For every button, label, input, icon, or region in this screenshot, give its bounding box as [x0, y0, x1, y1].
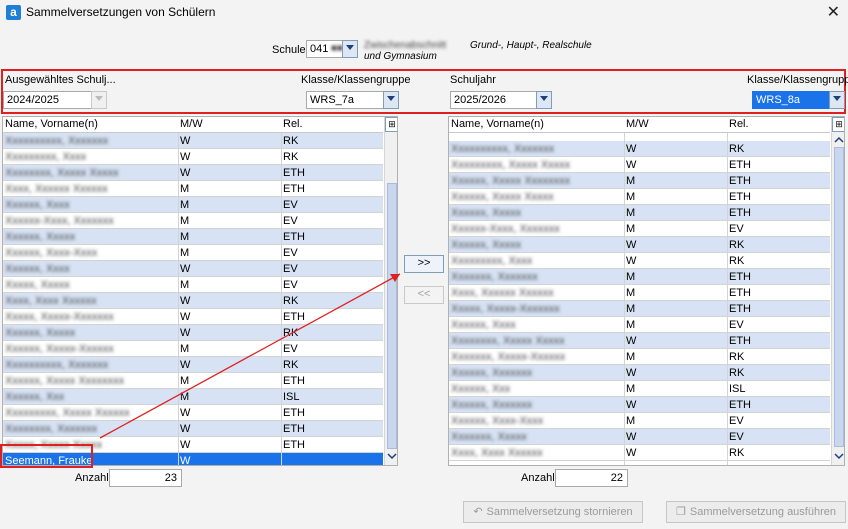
source-count-label: Anzahl: [75, 472, 109, 484]
undo-icon: ↶: [473, 506, 483, 518]
cancel-transfer-button[interactable]: ↶ Sammelversetzung stornieren: [463, 501, 643, 523]
annotation-arrow: [99, 273, 401, 439]
cancel-transfer-label: Sammelversetzung stornieren: [486, 506, 633, 518]
target-count-label: Anzahl: [521, 472, 555, 484]
execute-transfer-label: Sammelversetzung ausführen: [689, 506, 836, 518]
stack-icon: ❐: [675, 506, 686, 518]
source-count-field: 23: [109, 469, 182, 487]
execute-transfer-button[interactable]: ❐ Sammelversetzung ausführen: [666, 501, 846, 523]
target-count-field: 22: [555, 469, 628, 487]
